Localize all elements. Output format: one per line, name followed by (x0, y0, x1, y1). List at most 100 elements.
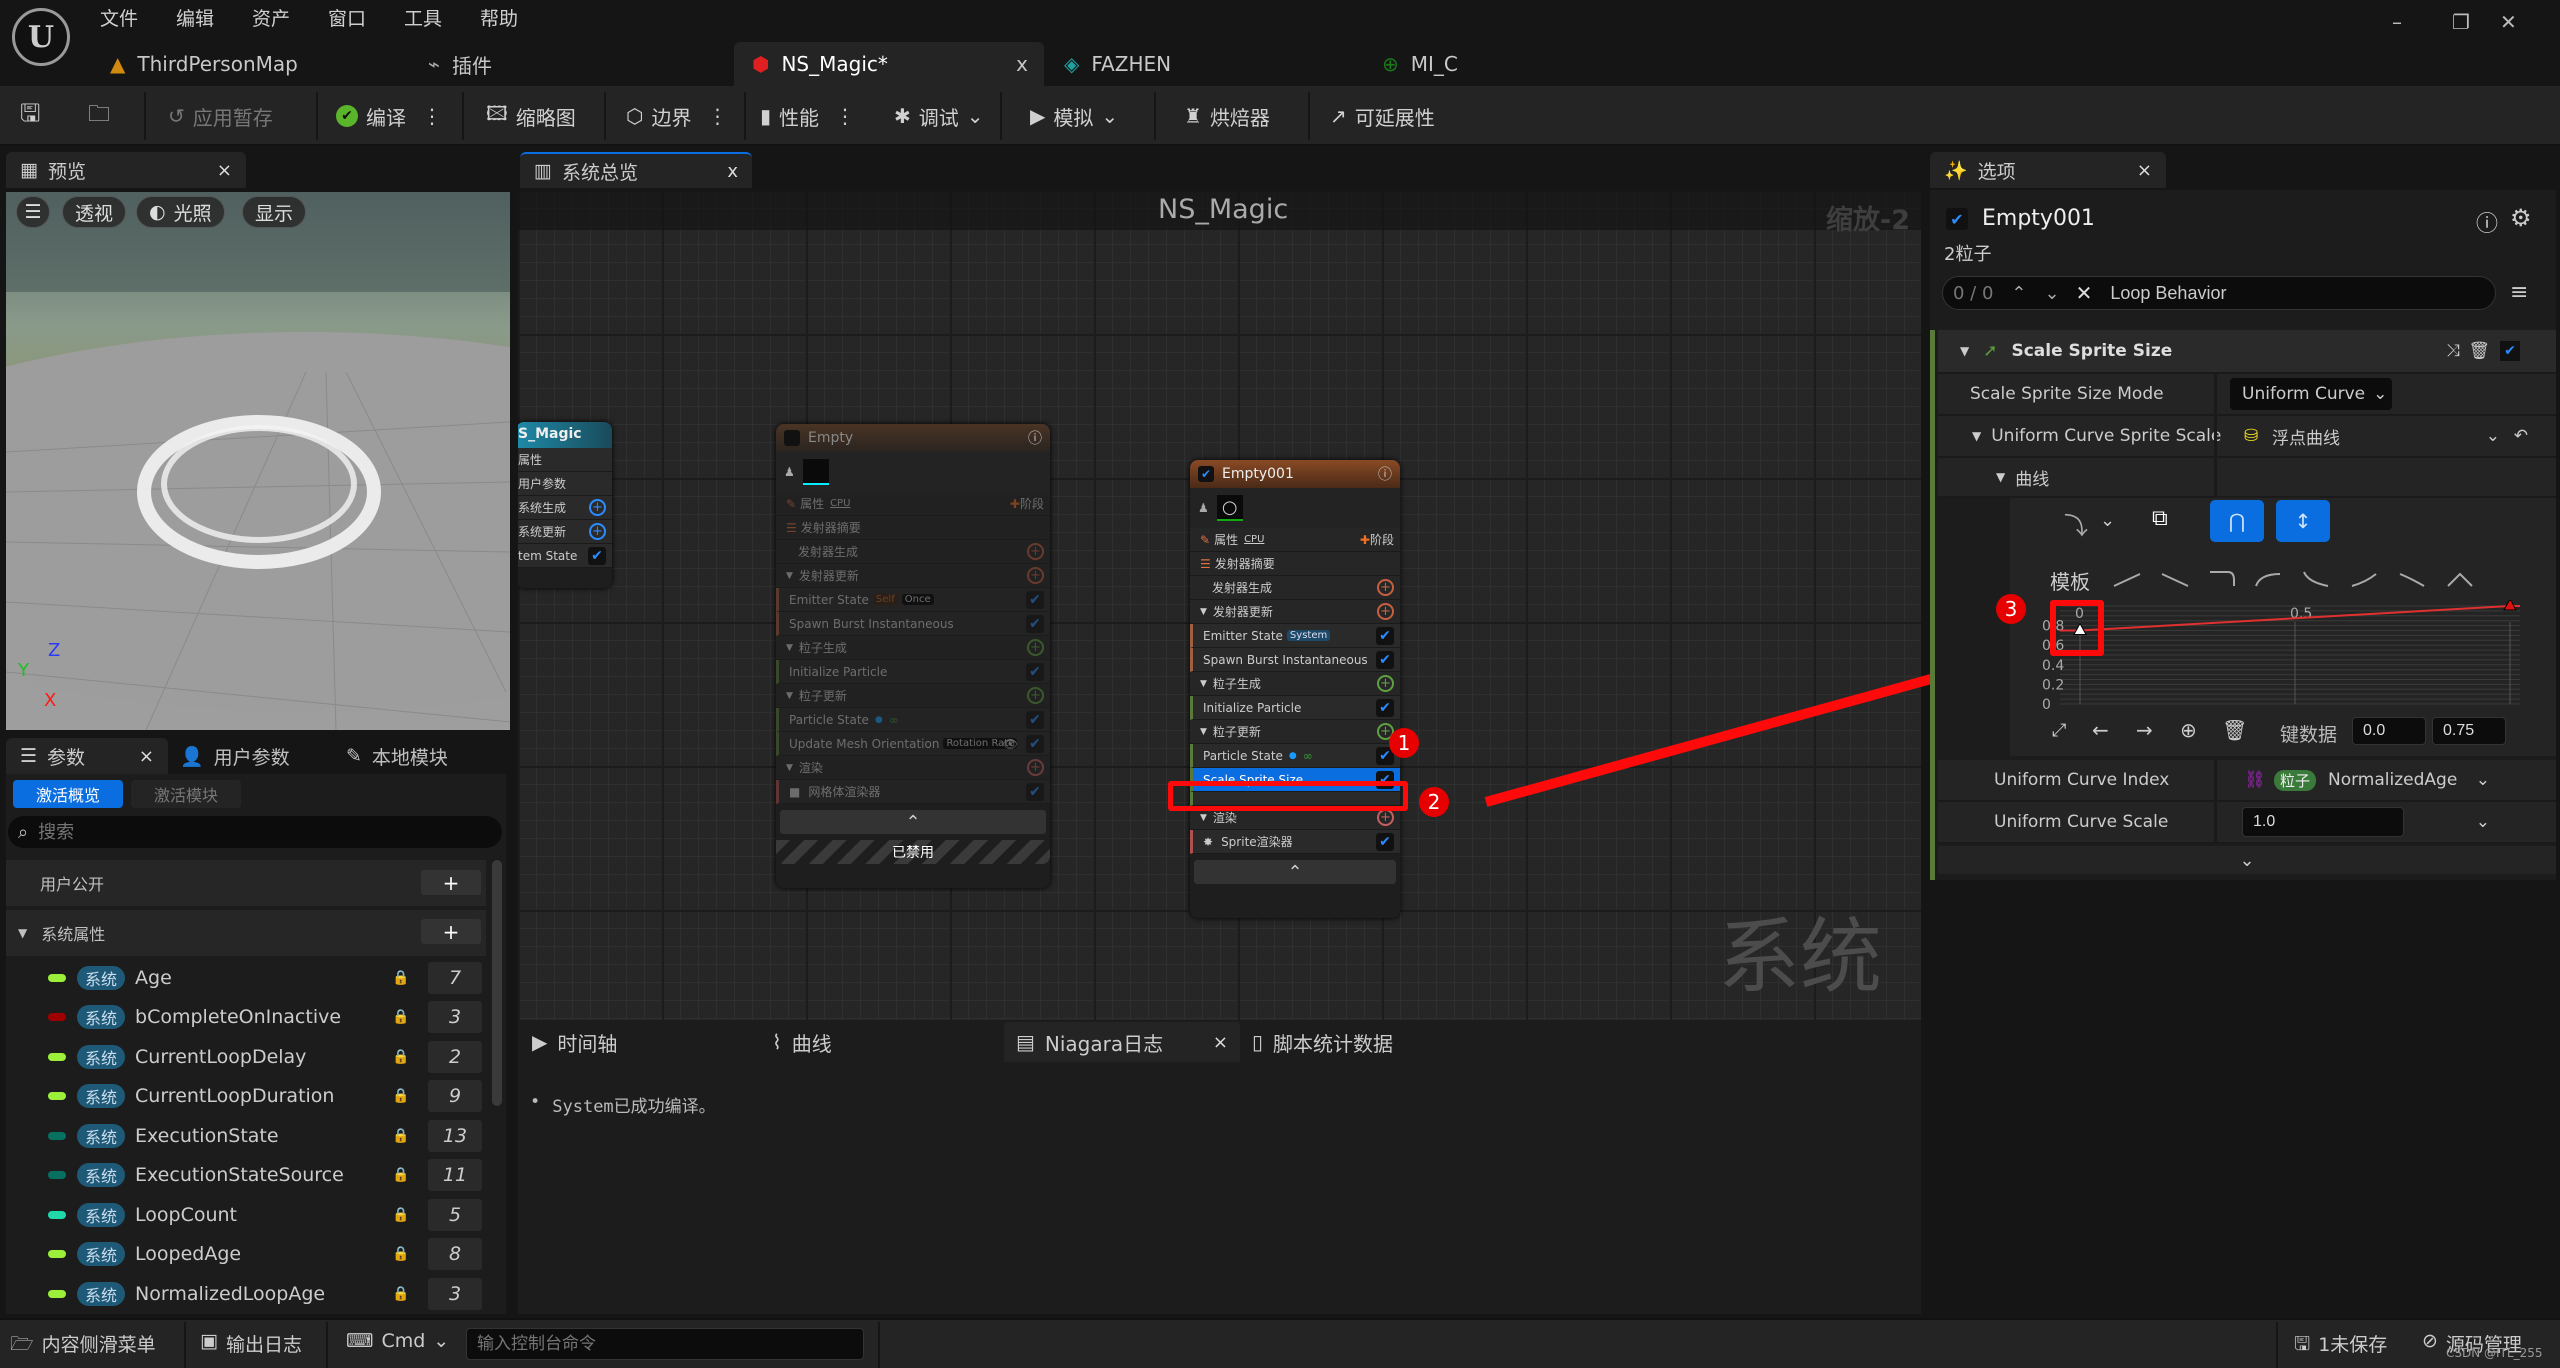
curve-chart[interactable]: 0 0.500.20.40.60.8 (2040, 600, 2520, 712)
system-attributes-section[interactable]: ▼ 系统属性 (6, 910, 486, 956)
add-user-param-button[interactable]: + (421, 870, 481, 895)
emitter-update-row[interactable]: ▼ 发射器更新 + (776, 564, 1050, 588)
more-options-icon[interactable]: ⋮ (835, 104, 855, 128)
add-icon[interactable]: + (1377, 675, 1394, 692)
add-icon[interactable]: + (1027, 759, 1044, 776)
checkbox-checked[interactable]: ✔ (1026, 782, 1044, 801)
param-row[interactable]: 系统 LoopedAge 🔒 8 (6, 1235, 486, 1274)
viewport-menu-button[interactable]: ☰ (16, 196, 50, 228)
curve-import-icon[interactable]: ⤵ (2064, 506, 2088, 541)
prev-key-icon[interactable]: ← (2092, 718, 2109, 742)
debug-button[interactable]: ✱ 调试 ⌄ (894, 86, 984, 146)
close-window-button[interactable]: ✕ (2500, 10, 2517, 34)
param-row[interactable]: 系统 ExecutionState 🔒 13 (6, 1116, 486, 1155)
shuffle-icon[interactable]: ⤨ (2446, 341, 2460, 361)
chevron-down-icon[interactable]: ⌄ (2100, 510, 2115, 531)
render-row[interactable]: ▼ 渲染 + (776, 756, 1050, 780)
particle-spawn-row[interactable]: ▼ 粒子生成 + (1190, 672, 1400, 696)
param-row[interactable]: 系统 ExecutionStateSource 🔒 11 (6, 1156, 486, 1195)
clear-search-icon[interactable]: ✕ (2076, 281, 2093, 305)
emitter-enable-checkbox[interactable]: ✔ (1946, 208, 1968, 230)
particle-update-row[interactable]: ▼ 粒子更新 + (776, 684, 1050, 708)
tab-user-parameters[interactable]: 👤 用户参数 (180, 738, 290, 774)
checkbox-checked[interactable]: ✔ (1026, 710, 1044, 729)
add-icon[interactable]: + (1377, 603, 1394, 620)
summary-row[interactable]: ☰ 发射器摘要 (776, 516, 1050, 540)
info-icon[interactable]: ⓘ (1378, 464, 1392, 484)
fit-icon[interactable]: ⤢ (2052, 720, 2066, 741)
system-node-update[interactable]: 系统更新 + (518, 520, 612, 544)
tab-parameters[interactable]: ☰ 参数 × (6, 738, 168, 774)
settings-gear-icon[interactable]: ⚙ (2510, 204, 2532, 232)
add-icon[interactable]: + (589, 499, 606, 516)
preview-tab[interactable]: ▦ 预览 × (6, 152, 246, 188)
prop-uniform-curve-sprite-scale[interactable]: ▼ Uniform Curve Sprite Scale ⛁ 浮点曲线 ⌄ ↶ (1938, 416, 2556, 458)
info-icon[interactable]: ⓘ (1028, 428, 1042, 448)
param-row[interactable]: 系统 NormalizedLoopAge 🔒 3 (6, 1274, 486, 1313)
close-icon[interactable]: × (139, 746, 154, 767)
param-row[interactable]: 系统 Age 🔒 7 (6, 958, 486, 997)
module-particle-state[interactable]: Particle State ● ∞ ✔ (1190, 744, 1400, 768)
minimize-button[interactable]: – (2392, 10, 2402, 34)
add-icon[interactable]: + (1377, 579, 1394, 596)
add-icon[interactable]: + (1027, 639, 1044, 656)
delete-icon[interactable]: 🗑 (2468, 341, 2490, 361)
add-icon[interactable]: + (589, 523, 606, 540)
thumbnail-button[interactable]: 🖾 缩略图 (486, 86, 576, 146)
menu-asset[interactable]: 资产 (252, 4, 290, 31)
tab-script-stats[interactable]: ▯ 脚本统计数据 (1240, 1022, 1405, 1062)
add-stage-button[interactable]: ✚阶段 (1010, 495, 1044, 512)
filter-icon[interactable]: ≡ (2510, 280, 2528, 305)
expand-more-button[interactable]: ⌄ (1938, 846, 2556, 874)
module-update-mesh-orientation[interactable]: Update Mesh Orientation Rotation Rate 👁 ✔ (776, 732, 1050, 756)
tab-local-modules[interactable]: ✎ 本地模块 (346, 738, 448, 774)
template-decay[interactable] (2303, 571, 2329, 587)
next-key-icon[interactable]: → (2136, 718, 2153, 742)
summary-row[interactable]: ☰ 发射器摘要 (1190, 552, 1400, 576)
menu-window[interactable]: 窗口 (328, 4, 366, 31)
tab-system-overview[interactable]: ▥ 系统总览 x (520, 152, 752, 188)
template-ease-out[interactable] (2255, 573, 2281, 587)
filter-active-overview[interactable]: 激活概览 (13, 780, 123, 808)
add-stage-button[interactable]: ✚阶段 (1360, 531, 1394, 548)
param-row[interactable]: 系统 bCompleteOnInactive 🔒 3 (6, 998, 486, 1037)
doc-tab-ns-magic[interactable]: ⬢ NS_Magic* x (734, 42, 1044, 86)
menu-help[interactable]: 帮助 (480, 4, 518, 31)
module-spawn-burst[interactable]: Spawn Burst Instantaneous ✔ (1190, 648, 1400, 672)
add-icon[interactable]: + (1027, 543, 1044, 560)
preview-viewport[interactable] (6, 192, 510, 730)
template-smooth-up[interactable] (2351, 573, 2377, 587)
params-search[interactable]: ⌕ (8, 816, 502, 848)
module-emitter-state[interactable]: Emitter State Self Once ✔ (776, 588, 1050, 612)
system-node-user-params[interactable]: 用户参数 (518, 472, 612, 496)
info-icon[interactable]: ⓘ (2476, 206, 2498, 238)
checkbox-checked[interactable]: ✔ (1026, 614, 1044, 633)
mode-dropdown[interactable]: Uniform Curve ⌄ (2230, 378, 2392, 410)
emitter-node-empty[interactable]: Empty ⓘ ♟ ✎ 属性 CPU ✚阶段 ☰ 发射器摘要 发射器生成 + ▼ 发射器更新… (776, 424, 1050, 888)
enable-checkbox[interactable] (784, 430, 800, 446)
simulate-button[interactable]: ▶ 模拟 ⌄ (1030, 86, 1118, 146)
emitter-spawn-row[interactable]: 发射器生成 + (776, 540, 1050, 564)
module-emitter-state[interactable]: Emitter State System ✔ (1190, 624, 1400, 648)
chevron-down-icon[interactable]: ⌄ (2476, 770, 2490, 790)
module-spawn-burst[interactable]: Spawn Burst Instantaneous ✔ (776, 612, 1050, 636)
emitter-spawn-row[interactable]: 发射器生成 + (1190, 576, 1400, 600)
particle-spawn-row[interactable]: ▼ 粒子生成 + (776, 636, 1050, 660)
details-search[interactable]: 0 / 0 ⌃ ⌄ ✕ (1942, 276, 2496, 310)
system-node-spawn[interactable]: 系统生成 + (518, 496, 612, 520)
param-row[interactable]: 系统 CurrentLoopDelay 🔒 2 (6, 1037, 486, 1076)
module-initialize-particle[interactable]: Initialize Particle ✔ (1190, 696, 1400, 720)
params-search-input[interactable] (38, 821, 459, 843)
key-time-input[interactable] (2352, 717, 2426, 745)
filter-active-modules[interactable]: 激活模块 (131, 780, 241, 808)
menu-edit[interactable]: 编辑 (176, 4, 214, 31)
lighting-button[interactable]: ◐ 光照 (136, 196, 225, 228)
system-node-props[interactable]: 属性 (518, 448, 612, 472)
checkbox-checked[interactable]: ✔ (1376, 698, 1394, 717)
checkbox-checked[interactable]: ✔ (1376, 832, 1394, 851)
tab-details[interactable]: ✨ 选项 × (1930, 152, 2166, 188)
compile-button[interactable]: ✔ 编译 ⋮ (336, 86, 442, 146)
close-tab-icon[interactable]: x (1016, 52, 1028, 76)
emitter-node-empty001[interactable]: ✔ Empty001 ⓘ ♟ ○ ✎ 属性 CPU ✚阶段 ☰ 发射器摘要 发射器生成 +… (1190, 460, 1400, 918)
checkbox-checked[interactable]: ✔ (1026, 590, 1044, 609)
